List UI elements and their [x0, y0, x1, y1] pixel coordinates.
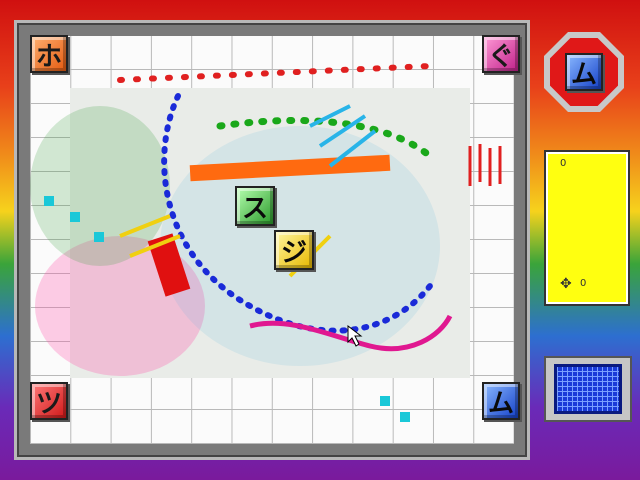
current-tile-char: ム — [570, 59, 597, 90]
red-dot-row — [117, 63, 433, 83]
cyan-square — [70, 212, 80, 222]
grid-icon — [554, 364, 622, 414]
game-board[interactable]: ス ジ — [30, 36, 514, 444]
score-panel-bottom-mark: 0 — [580, 278, 587, 289]
tile-grid-button[interactable] — [544, 356, 632, 422]
corner-tile-top-right[interactable]: ぐ — [482, 35, 520, 73]
paint-scribbles — [30, 63, 502, 422]
corner-tile-top-left-char: ホ — [35, 41, 62, 72]
corner-tile-bottom-right[interactable]: ム — [482, 382, 520, 420]
center-tile-2[interactable]: ジ — [274, 230, 314, 270]
current-tile-badge: ム — [544, 32, 624, 112]
score-panel: 0 ✥ 0 — [544, 150, 630, 306]
corner-tile-top-left[interactable]: ホ — [30, 35, 68, 73]
corner-tile-bottom-left[interactable]: ツ — [30, 382, 68, 420]
corner-tile-bottom-left-char: ツ — [35, 388, 62, 419]
cyan-square — [380, 396, 390, 406]
score-panel-top-mark: 0 — [560, 158, 567, 169]
corner-tile-top-right-char: ぐ — [487, 41, 514, 72]
cyan-square — [94, 232, 104, 242]
red-hatch — [468, 144, 502, 186]
center-tile-2-char: ジ — [280, 237, 307, 268]
current-tile[interactable]: ム — [565, 53, 603, 91]
cyan-square — [44, 196, 54, 206]
center-tile-1-char: ス — [241, 193, 268, 224]
crosshair-icon[interactable]: ✥ — [560, 276, 572, 292]
corner-tile-bottom-right-char: ム — [487, 388, 514, 419]
center-tile-1[interactable]: ス — [235, 186, 275, 226]
cyan-square — [400, 412, 410, 422]
